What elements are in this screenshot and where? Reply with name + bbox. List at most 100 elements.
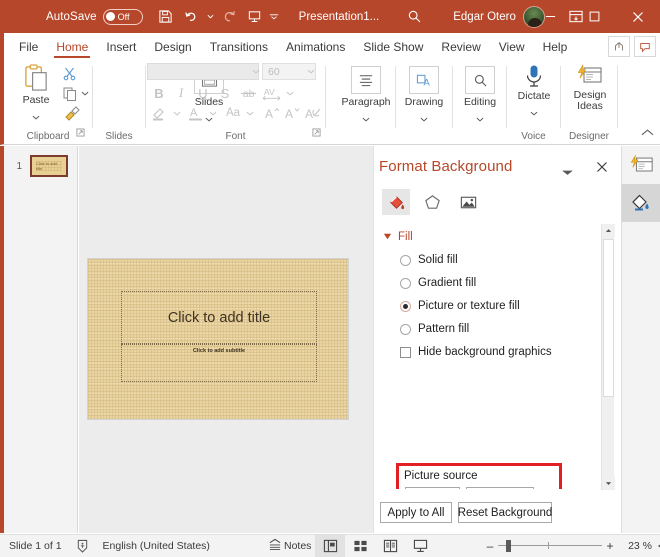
scroll-up-icon[interactable]: [602, 224, 615, 237]
zoom-in-button[interactable]: +: [602, 539, 618, 553]
reset-background-button[interactable]: Reset Background: [458, 502, 552, 523]
option-gradient-fill[interactable]: Gradient fill: [400, 277, 476, 289]
share-icon[interactable]: [608, 36, 630, 57]
format-painter-icon[interactable]: [60, 104, 82, 123]
tab-design[interactable]: Design: [145, 33, 200, 60]
tab-view[interactable]: View: [490, 33, 534, 60]
editing-button[interactable]: Editing: [458, 66, 502, 127]
change-case-dropdown-icon[interactable]: [244, 106, 255, 120]
save-icon[interactable]: [154, 5, 178, 29]
clipboard-button[interactable]: Clipboard: [466, 487, 534, 489]
title-placeholder[interactable]: Click to add title: [121, 291, 317, 344]
change-case-button[interactable]: Aa: [222, 104, 244, 122]
language-label[interactable]: English (United States): [103, 540, 210, 552]
customize-qat-icon[interactable]: [268, 5, 281, 29]
minimize-button[interactable]: [528, 0, 572, 33]
tab-slide-show[interactable]: Slide Show: [354, 33, 432, 60]
font-size-dropdown-icon[interactable]: [306, 66, 316, 77]
collapse-ribbon-icon[interactable]: [641, 124, 654, 142]
italic-button[interactable]: I: [172, 84, 190, 102]
radio-solid-fill[interactable]: [400, 254, 411, 266]
pane-menu-icon[interactable]: [562, 163, 573, 181]
radio-pattern-fill[interactable]: [400, 323, 411, 335]
close-button[interactable]: [616, 0, 660, 33]
slide-surface[interactable]: Click to add title Click to add subtitle: [88, 259, 348, 419]
scroll-down-icon[interactable]: [602, 477, 615, 490]
format-background-rail-icon[interactable]: [622, 184, 660, 222]
undo-dropdown-icon[interactable]: [204, 5, 217, 29]
drawing-button[interactable]: A Drawing: [402, 66, 446, 127]
start-presentation-icon[interactable]: [243, 5, 267, 29]
fit-to-window-icon[interactable]: [652, 539, 660, 553]
effects-tab[interactable]: [418, 189, 446, 215]
radio-picture-or-texture-fill[interactable]: [400, 300, 411, 312]
insert-button[interactable]: Insert...: [405, 487, 460, 489]
picture-tab[interactable]: [454, 189, 482, 215]
strikethrough-icon[interactable]: ab: [238, 84, 258, 102]
font-name-input[interactable]: [147, 63, 259, 80]
slideshow-button[interactable]: [405, 535, 435, 557]
zoom-slider-handle[interactable]: [506, 540, 511, 552]
notes-button[interactable]: Notes: [268, 538, 311, 554]
underline-button[interactable]: U: [194, 84, 212, 102]
slide-thumbnail[interactable]: Click to add title: [30, 155, 68, 177]
scissors-icon[interactable]: [60, 64, 80, 83]
character-spacing-icon[interactable]: AV: [261, 84, 283, 102]
autosave-toggle[interactable]: Off: [102, 8, 143, 25]
option-hide-background-graphics[interactable]: Hide background graphics: [400, 346, 552, 358]
checkbox-hide-background-graphics[interactable]: [400, 346, 411, 358]
reading-view-button[interactable]: [375, 535, 405, 557]
pane-scrollbar[interactable]: [601, 224, 615, 490]
paste-button[interactable]: Paste: [14, 64, 58, 128]
font-color-icon[interactable]: A: [186, 104, 206, 122]
decrease-font-size-icon[interactable]: A: [282, 104, 301, 122]
comments-icon[interactable]: [634, 36, 656, 57]
tab-file[interactable]: File: [10, 33, 47, 60]
text-shadow-button[interactable]: S: [216, 84, 234, 102]
paragraph-button[interactable]: Paragraph: [341, 66, 391, 127]
slide-count-label[interactable]: Slide 1 of 1: [9, 540, 62, 552]
font-color-dropdown-icon[interactable]: [207, 106, 218, 120]
font-name-dropdown-icon[interactable]: [251, 66, 261, 77]
tab-review[interactable]: Review: [432, 33, 489, 60]
tab-animations[interactable]: Animations: [277, 33, 354, 60]
tab-help[interactable]: Help: [534, 33, 577, 60]
zoom-value-label[interactable]: 23 %: [618, 540, 652, 552]
clear-formatting-icon[interactable]: A: [303, 104, 323, 122]
maximize-button[interactable]: [572, 0, 616, 33]
fill-tab[interactable]: [382, 189, 410, 215]
accessibility-icon[interactable]: [76, 539, 89, 553]
option-pattern-fill[interactable]: Pattern fill: [400, 323, 469, 335]
normal-view-button[interactable]: [315, 534, 345, 557]
tab-transitions[interactable]: Transitions: [201, 33, 277, 60]
copy-icon[interactable]: [60, 84, 80, 103]
increase-font-size-icon[interactable]: A: [262, 104, 281, 122]
apply-to-all-button[interactable]: Apply to All: [380, 502, 452, 523]
text-highlight-dropdown-icon[interactable]: [171, 106, 182, 120]
dictate-button[interactable]: Dictate: [512, 64, 556, 121]
paste-dropdown-icon[interactable]: [32, 107, 40, 125]
copy-dropdown-icon[interactable]: [79, 84, 90, 103]
fill-section-header[interactable]: Fill: [383, 228, 413, 246]
redo-icon[interactable]: [218, 5, 242, 29]
tab-home[interactable]: Home: [47, 33, 97, 60]
design-ideas-button[interactable]: Design Ideas: [567, 64, 613, 112]
scrollbar-thumb[interactable]: [603, 239, 614, 397]
tab-insert[interactable]: Insert: [97, 33, 145, 60]
design-ideas-rail-icon[interactable]: [622, 146, 660, 184]
option-picture-or-texture-fill[interactable]: Picture or texture fill: [400, 300, 520, 312]
option-solid-fill[interactable]: Solid fill: [400, 254, 458, 266]
paragraph-dropdown-icon[interactable]: [362, 109, 370, 127]
font-dialog-launcher[interactable]: [312, 124, 321, 142]
editing-dropdown-icon[interactable]: [476, 109, 484, 127]
zoom-slider[interactable]: [498, 539, 602, 553]
bold-button[interactable]: B: [150, 84, 168, 102]
dictate-dropdown-icon[interactable]: [530, 103, 538, 121]
radio-gradient-fill[interactable]: [400, 277, 411, 289]
search-icon[interactable]: [401, 5, 427, 29]
clipboard-dialog-launcher[interactable]: [76, 124, 85, 142]
close-icon[interactable]: [596, 160, 608, 176]
text-highlight-icon[interactable]: [150, 104, 170, 122]
thumbnail-list-item[interactable]: 1 Click to add title: [4, 155, 82, 177]
undo-icon[interactable]: [179, 5, 203, 29]
